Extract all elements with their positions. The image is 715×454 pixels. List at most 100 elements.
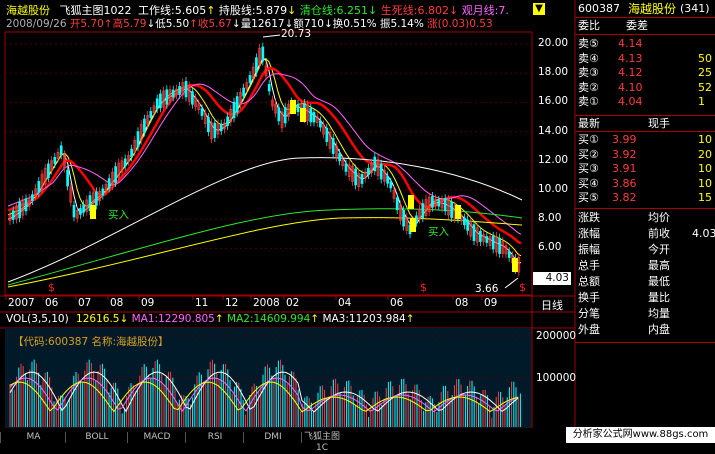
candle-body xyxy=(200,108,204,116)
site-banner[interactable]: 分析家公式网www.88gs.com xyxy=(566,427,715,443)
price-tick: 12.00 xyxy=(538,153,569,166)
quote-open: 开5.70 xyxy=(69,18,104,30)
candle-body xyxy=(463,217,466,226)
price-tick: 10.00 xyxy=(538,183,569,195)
order-diff-label: 委差 xyxy=(626,19,648,32)
sell-order-row-cell: 50 xyxy=(698,51,712,65)
candle-body xyxy=(507,251,511,258)
stat-row: 涨跌 均价 xyxy=(576,211,715,225)
candle-body xyxy=(402,209,405,227)
buy-signal-label: 买入 xyxy=(428,226,449,238)
buy-order-row: 买② 3.92 20 xyxy=(576,148,715,162)
candle-body xyxy=(213,122,217,138)
buy-order-row-cell: 10 xyxy=(698,162,712,176)
indicator-tab[interactable]: 飞狐主图1C xyxy=(301,432,342,453)
stat-row: 涨幅 前收 4.03 xyxy=(576,227,715,241)
period-label[interactable]: 日线 xyxy=(541,297,563,313)
trade-label: 现手 xyxy=(648,117,670,130)
stat-row-cell: 量比 xyxy=(648,291,670,304)
candle-body xyxy=(136,131,140,148)
volume-tick: 100000 xyxy=(536,372,577,384)
indicator-tab[interactable]: MACD xyxy=(127,432,186,443)
stat-row: 总手 最高 xyxy=(576,259,715,273)
buy-order-row-cell: 10 xyxy=(698,176,712,190)
sell-order-row-cell: 4.10 xyxy=(618,80,643,94)
signal-bar xyxy=(512,258,518,272)
quote-close: 收5.67 xyxy=(197,18,232,30)
buy-order-row: 买③ 3.91 10 xyxy=(576,162,715,176)
candle-body xyxy=(207,117,210,133)
sell-order-row-cell: 4.12 xyxy=(618,66,643,80)
candle-body xyxy=(443,198,447,212)
candle-body xyxy=(123,158,127,167)
candle-body xyxy=(373,156,377,172)
buy-order-row-cell: 15 xyxy=(698,191,712,205)
signal-bar xyxy=(410,218,416,232)
candle-body xyxy=(450,201,453,218)
candle-body xyxy=(309,107,313,123)
price-tick: 6.00 xyxy=(538,241,562,254)
sell-order-row-cell: 卖④ xyxy=(578,51,599,65)
dividend-marker: $ xyxy=(420,281,427,294)
candle-body xyxy=(395,197,399,211)
time-tick: 12 xyxy=(225,297,239,309)
vol-label: VOL(3,5,10) xyxy=(6,313,69,325)
candle-body xyxy=(11,210,15,220)
candle-body xyxy=(354,168,357,186)
indicator-tab[interactable]: DMI xyxy=(243,432,302,443)
price-tick: 8.00 xyxy=(538,212,562,225)
stat-row-cell: 总手 xyxy=(578,259,600,272)
panel-code: 600387 xyxy=(578,2,620,15)
candle-body xyxy=(149,111,153,118)
stat-row-cell: 最低 xyxy=(648,275,670,288)
stat-row-cell: 分笔 xyxy=(578,307,600,320)
price-tick: 18.00 xyxy=(538,66,569,79)
price-tick: 16.00 xyxy=(538,95,569,108)
candle-body xyxy=(431,196,434,208)
stat-row-cell: 前收 xyxy=(648,227,670,240)
stat-row-cell: 均量 xyxy=(648,307,670,320)
panel-title: 600387 海越股份 (341) xyxy=(576,2,715,16)
buy-order-row-cell: 3.82 xyxy=(612,191,637,205)
stat-row-cell: 4.03 xyxy=(692,227,715,240)
panel-separator xyxy=(575,342,715,343)
candle-body xyxy=(37,181,41,193)
signal-bar xyxy=(300,108,306,122)
indicator-tab[interactable]: BOLL xyxy=(65,432,128,443)
buy-order-row: 买① 3.99 10 xyxy=(576,133,715,147)
vol-value: 12616.5 xyxy=(76,313,120,325)
quote-high: 高5.79 xyxy=(112,18,147,30)
indicator-tab[interactable]: RSI xyxy=(185,432,244,443)
sell-order-row-cell: 4.14 xyxy=(618,37,643,50)
buy-order-row-cell: 3.91 xyxy=(612,162,637,176)
time-tick: 11 xyxy=(195,297,209,309)
candle-body xyxy=(485,236,489,243)
order-ratio-label: 委比 xyxy=(578,19,600,32)
quote-line: 2008/09/26 开5.70↑高5.79↓低5.50↑收5.67↓量1261… xyxy=(6,18,493,30)
volume-tick: 200000 xyxy=(536,330,577,342)
dropdown-arrow-icon[interactable]: ▼ xyxy=(533,3,545,15)
panel-separator xyxy=(575,131,715,132)
stat-row-cell: 振幅 xyxy=(578,243,600,256)
candle-body xyxy=(95,191,98,206)
candle-body xyxy=(159,93,162,109)
panel-suffix: (341) xyxy=(680,2,710,15)
stat-row-cell: 换手 xyxy=(578,291,600,304)
price-tick: 20.00 xyxy=(538,37,569,49)
time-tick: 06 xyxy=(390,297,404,309)
candle-body xyxy=(325,127,329,142)
indicator-tab[interactable]: MA xyxy=(0,432,66,443)
candle-body xyxy=(386,175,389,184)
candle-body xyxy=(114,166,117,183)
buy-order-row: 买⑤ 3.82 15 xyxy=(576,191,715,205)
stat-row: 振幅 今开 xyxy=(576,243,715,257)
candle-body xyxy=(277,107,281,122)
candle-body xyxy=(242,87,245,97)
candle-body xyxy=(248,75,252,83)
buy-order-row-cell: 买① xyxy=(578,133,599,146)
buy-order-row-cell: 3.99 xyxy=(612,133,637,146)
time-tick: 09 xyxy=(484,297,498,309)
candle-body xyxy=(53,156,57,165)
panel-separator xyxy=(575,115,715,116)
candle-body xyxy=(155,98,159,110)
